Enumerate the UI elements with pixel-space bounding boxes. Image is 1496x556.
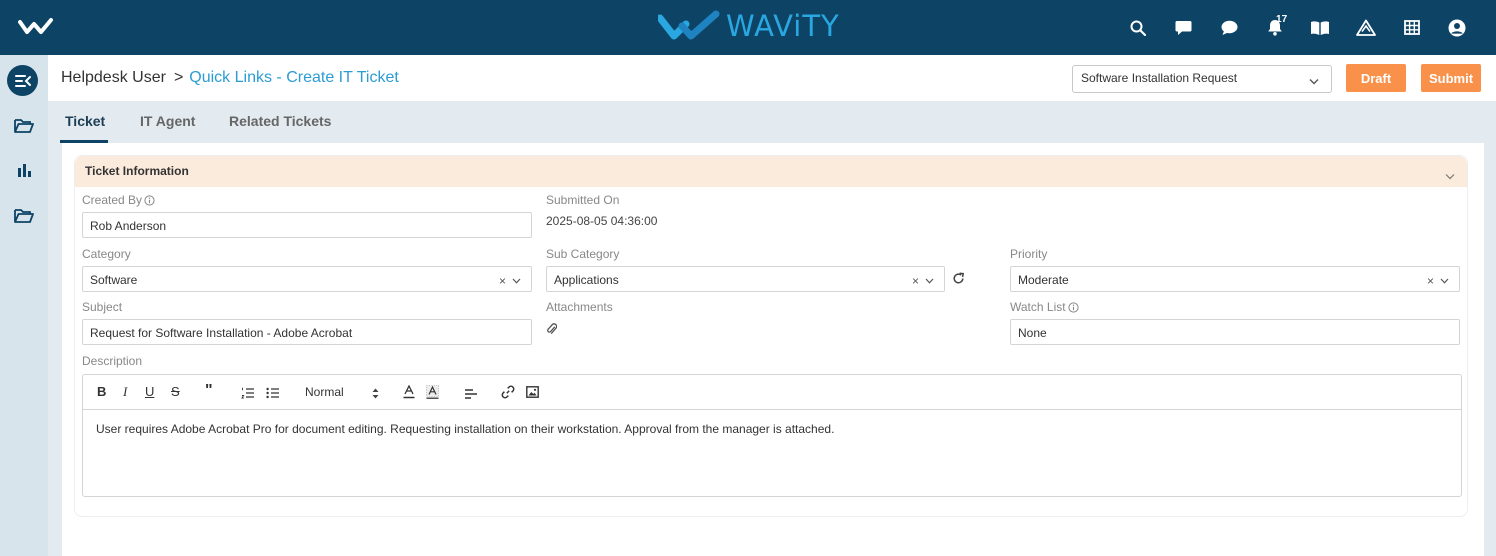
- submit-button[interactable]: Submit: [1421, 64, 1481, 92]
- template-select[interactable]: Software Installation Request: [1072, 65, 1332, 93]
- priority-select[interactable]: Moderate ×: [1010, 266, 1460, 292]
- watch-list-value: None: [1018, 326, 1047, 340]
- italic-icon[interactable]: I: [123, 384, 127, 400]
- watch-list-label: Watch List: [1010, 300, 1079, 314]
- content-panel: Ticket Information Created By Rob Anders…: [62, 143, 1484, 556]
- category-label: Category: [82, 247, 131, 261]
- watch-list-field[interactable]: None: [1010, 319, 1460, 345]
- section-title: Ticket Information: [85, 164, 189, 178]
- chevron-down-icon[interactable]: [925, 278, 934, 284]
- folder-open-icon[interactable]: [0, 107, 48, 143]
- clear-icon[interactable]: ×: [1427, 274, 1434, 288]
- chevron-down-icon: [1309, 74, 1319, 88]
- tab-bar: Ticket IT Agent Related Tickets: [48, 101, 1496, 143]
- breadcrumb: Helpdesk User > Quick Links - Create IT Ti…: [61, 69, 399, 87]
- sub-category-value: Applications: [554, 273, 619, 287]
- tab-related-tickets[interactable]: Related Tickets: [229, 113, 331, 129]
- brand-mark-icon: [658, 10, 720, 40]
- description-label: Description: [82, 354, 143, 368]
- breadcrumb-separator: >: [173, 69, 184, 86]
- brand-logo: WAViTY: [658, 9, 840, 43]
- left-sidebar: [0, 55, 48, 556]
- created-by-field[interactable]: Rob Anderson: [82, 212, 532, 238]
- search-icon[interactable]: [1115, 0, 1161, 55]
- align-icon[interactable]: [464, 387, 478, 405]
- book-icon[interactable]: [1298, 0, 1344, 55]
- triangle-icon[interactable]: [1343, 0, 1389, 55]
- page-header: Helpdesk User > Quick Links - Create IT Ti…: [48, 55, 1496, 101]
- notification-count: 17: [1276, 14, 1288, 25]
- category-value: Software: [90, 273, 138, 287]
- editor-toolbar: B I U S " Normal: [83, 375, 1461, 410]
- bold-icon[interactable]: B: [97, 384, 106, 399]
- image-icon[interactable]: [526, 385, 539, 403]
- draft-button[interactable]: Draft: [1346, 64, 1406, 92]
- top-bar: WAViTY 17: [0, 0, 1496, 55]
- info-icon[interactable]: [1067, 301, 1079, 313]
- description-text[interactable]: User requires Adobe Acrobat Pro for docu…: [96, 422, 834, 436]
- sub-category-select[interactable]: Applications ×: [546, 266, 945, 292]
- paperclip-icon[interactable]: [546, 322, 558, 340]
- comment-icon[interactable]: [1206, 0, 1252, 55]
- chevron-down-icon[interactable]: [1440, 278, 1449, 284]
- breadcrumb-current[interactable]: Quick Links - Create IT Ticket: [189, 69, 399, 86]
- subject-field[interactable]: Request for Software Installation - Adob…: [82, 319, 532, 345]
- ticket-information-section: Ticket Information Created By Rob Anders…: [74, 155, 1468, 517]
- link-icon[interactable]: [501, 385, 515, 404]
- ordered-list-icon[interactable]: [241, 386, 255, 404]
- info-icon[interactable]: [144, 194, 155, 206]
- subject-label: Subject: [82, 300, 123, 314]
- submitted-on-value: 2025-08-05 04:36:00: [546, 214, 658, 228]
- app-logo-icon[interactable]: [18, 17, 54, 42]
- heading-select[interactable]: Normal: [305, 385, 344, 399]
- template-select-value: Software Installation Request: [1081, 71, 1238, 85]
- brand-name: WAViTY: [726, 9, 840, 43]
- folder-open-icon[interactable]: [0, 197, 48, 233]
- priority-label: Priority: [1010, 247, 1048, 261]
- tab-ticket[interactable]: Ticket: [65, 113, 105, 129]
- background-color-icon[interactable]: [426, 385, 439, 404]
- grid-icon[interactable]: [1389, 0, 1435, 55]
- bullet-list-icon[interactable]: [266, 386, 280, 404]
- submitted-on-label: Submitted On: [546, 193, 620, 207]
- clear-icon[interactable]: ×: [912, 274, 919, 288]
- section-header[interactable]: Ticket Information: [75, 156, 1467, 187]
- clear-icon[interactable]: ×: [499, 274, 506, 288]
- blockquote-icon[interactable]: ": [205, 382, 213, 400]
- breadcrumb-root[interactable]: Helpdesk User: [61, 69, 166, 86]
- bar-chart-icon[interactable]: [0, 152, 48, 188]
- priority-value: Moderate: [1018, 273, 1069, 287]
- refresh-icon[interactable]: [952, 272, 965, 290]
- strikethrough-icon[interactable]: S: [171, 384, 180, 399]
- created-by-label: Created By: [82, 193, 155, 207]
- created-by-value: Rob Anderson: [90, 219, 167, 233]
- bell-icon[interactable]: 17: [1252, 0, 1298, 55]
- category-select[interactable]: Software ×: [82, 266, 532, 292]
- underline-icon[interactable]: U: [145, 384, 154, 399]
- sub-category-label: Sub Category: [546, 247, 620, 261]
- sidebar-toggle-icon[interactable]: [7, 65, 38, 96]
- text-color-icon[interactable]: [403, 384, 415, 404]
- chevron-down-icon[interactable]: [1445, 167, 1455, 185]
- chat-icon[interactable]: [1161, 0, 1207, 55]
- select-arrows-icon[interactable]: [372, 386, 379, 404]
- chevron-down-icon[interactable]: [512, 278, 521, 284]
- user-icon[interactable]: [1434, 0, 1480, 55]
- description-editor: B I U S " Normal User requires Adobe Acr…: [82, 374, 1462, 497]
- tab-it-agent[interactable]: IT Agent: [140, 113, 195, 129]
- attachments-label: Attachments: [546, 300, 613, 314]
- subject-value: Request for Software Installation - Adob…: [90, 326, 353, 340]
